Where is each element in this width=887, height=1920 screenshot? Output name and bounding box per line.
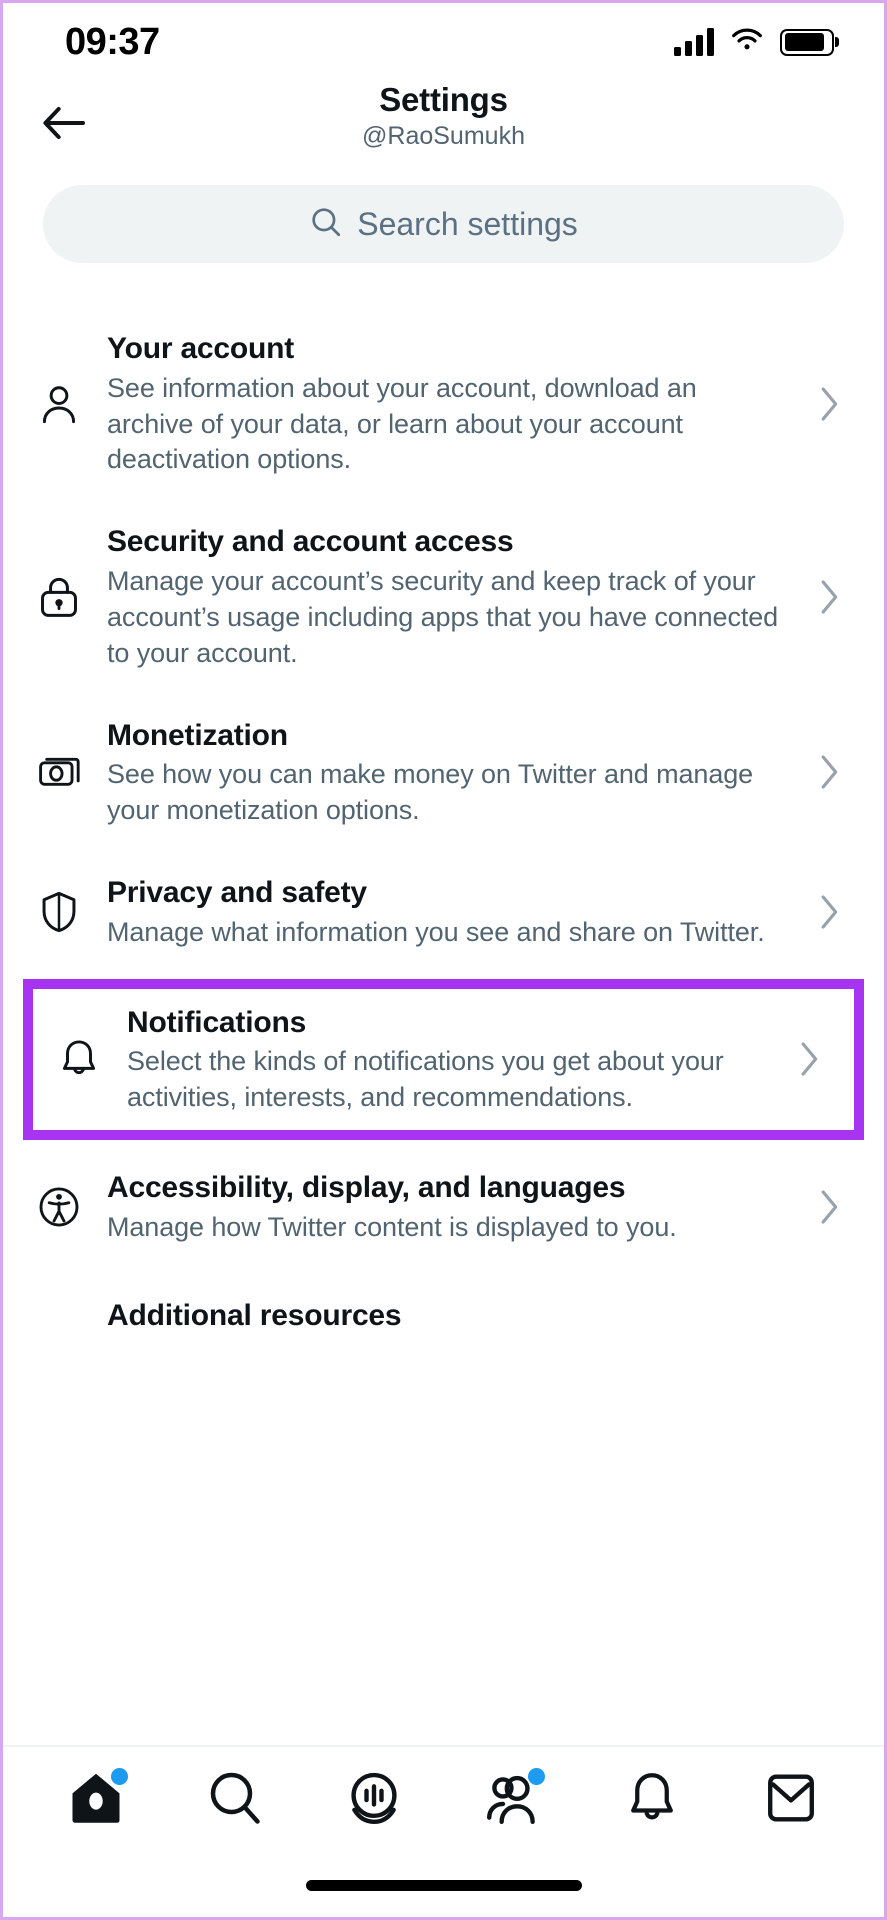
communities-badge-dot — [527, 1768, 545, 1785]
settings-row-title: Monetization — [107, 718, 288, 752]
settings-row-title: Your account — [107, 332, 295, 365]
bell-icon — [622, 1768, 682, 1833]
account-handle: @RaoSumukh — [362, 121, 525, 150]
settings-row-text: Your account See information about your … — [107, 329, 790, 478]
settings-row-title: Security and account access — [107, 525, 514, 559]
settings-row-text: Privacy and safety Manage what informati… — [107, 873, 790, 951]
settings-row-accessibility-display-and-languages[interactable]: Accessibility, display, and languages Ma… — [3, 1145, 884, 1268]
status-bar-indicators — [674, 27, 834, 58]
status-bar-clock: 09:37 — [65, 20, 160, 63]
settings-list: Your account See information about your … — [3, 279, 884, 1745]
chevron-right-icon — [812, 577, 846, 617]
page-title: Settings — [379, 81, 508, 118]
cellular-signal-icon — [674, 28, 714, 56]
settings-row-text: Monetization See how you can make money … — [107, 716, 790, 829]
battery-icon — [780, 28, 834, 56]
nav-item-search[interactable] — [197, 1762, 273, 1838]
settings-row-description: Manage your account’s security and keep … — [107, 565, 779, 668]
settings-row-privacy-and-safety[interactable]: Privacy and safety Manage what informati… — [3, 851, 884, 973]
chevron-right-icon — [812, 752, 846, 792]
back-arrow-icon — [41, 104, 87, 147]
mail-icon — [762, 1769, 820, 1832]
settings-row-text: Security and account access Manage your … — [107, 522, 790, 671]
search-section: Search settings — [3, 169, 884, 279]
settings-row-monetization[interactable]: Monetization See how you can make money … — [3, 693, 884, 852]
status-bar: 09:37 — [3, 3, 884, 81]
bell-icon — [53, 1033, 105, 1085]
spaces-icon — [343, 1767, 405, 1834]
page-header: Settings @RaoSumukh — [3, 81, 884, 169]
chevron-right-icon — [792, 1039, 826, 1079]
nav-item-communities[interactable] — [475, 1762, 551, 1838]
search-icon — [309, 205, 343, 244]
additional-resources-icon-placeholder — [33, 1289, 85, 1341]
search-icon — [205, 1768, 265, 1833]
settings-row-description: Manage how Twitter content is displayed … — [107, 1211, 677, 1242]
home-indicator[interactable] — [305, 1879, 582, 1891]
settings-row-text: Additional resources — [107, 1296, 790, 1336]
nav-item-messages[interactable] — [753, 1762, 829, 1838]
settings-row-your-account[interactable]: Your account See information about your … — [3, 307, 884, 501]
chevron-right-icon — [812, 892, 846, 932]
nav-item-notifications[interactable] — [614, 1762, 690, 1838]
shield-icon — [33, 886, 85, 938]
settings-row-additional-resources[interactable]: Additional resources — [3, 1267, 884, 1348]
search-input[interactable]: Search settings — [43, 185, 844, 263]
header-title-group: Settings @RaoSumukh — [3, 81, 884, 152]
settings-row-notifications[interactable]: Notifications Select the kinds of notifi… — [23, 978, 864, 1140]
bottom-navigation-bar — [3, 1745, 884, 1853]
settings-row-description: See information about your account, down… — [107, 372, 697, 475]
back-button[interactable] — [33, 94, 95, 156]
settings-row-description: See how you can make money on Twitter an… — [107, 759, 754, 826]
wifi-icon — [730, 27, 764, 58]
person-icon — [33, 378, 85, 430]
settings-row-title: Privacy and safety — [107, 876, 367, 910]
settings-row-title: Notifications — [127, 1005, 307, 1039]
accessibility-icon — [33, 1181, 85, 1233]
chevron-right-icon — [812, 1187, 846, 1227]
settings-row-title: Additional resources — [107, 1298, 402, 1332]
settings-row-security-and-account-access[interactable]: Security and account access Manage your … — [3, 500, 884, 694]
money-icon — [33, 746, 85, 798]
nav-item-spaces[interactable] — [336, 1762, 412, 1838]
settings-row-description: Select the kinds of notifications you ge… — [127, 1046, 724, 1113]
settings-row-description: Manage what information you see and shar… — [107, 916, 765, 947]
nav-item-home[interactable] — [58, 1762, 134, 1838]
settings-row-text: Accessibility, display, and languages Ma… — [107, 1168, 790, 1246]
chevron-right-icon — [812, 384, 846, 424]
search-placeholder: Search settings — [357, 205, 578, 242]
lock-icon — [33, 571, 85, 623]
settings-row-text: Notifications Select the kinds of notifi… — [127, 1003, 770, 1116]
home-indicator-area — [3, 1853, 884, 1917]
settings-row-title: Accessibility, display, and languages — [107, 1170, 626, 1204]
phone-screen: 09:37 Settings @RaoSumukh Search setting… — [0, 0, 887, 1920]
